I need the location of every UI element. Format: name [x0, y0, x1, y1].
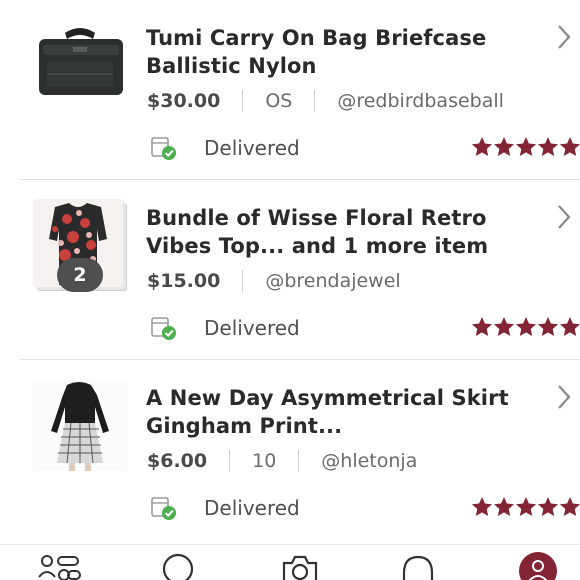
order-meta: $30.00 OS @redbirdbaseball: [147, 88, 504, 114]
rating-stars: [472, 497, 580, 517]
feed-icon[interactable]: [38, 553, 82, 580]
order-price: $15.00: [147, 270, 221, 292]
rating-stars: [472, 317, 580, 337]
bundle-count-badge: 2: [57, 258, 103, 292]
meta-divider: [229, 450, 231, 472]
order-title[interactable]: Bundle of Wisse Floral Retro Vibes Top..…: [146, 204, 536, 260]
order-meta: $15.00 @brendajewel: [147, 268, 401, 294]
camera-icon[interactable]: [280, 553, 320, 580]
bottom-tab-bar: [0, 544, 580, 580]
product-thumbnail[interactable]: [33, 379, 127, 471]
order-size: 10: [252, 450, 277, 472]
seller-username[interactable]: @brendajewel: [265, 270, 400, 292]
meta-divider: [314, 90, 316, 112]
status-label: Delivered: [204, 316, 300, 340]
status-label: Delivered: [204, 136, 300, 160]
meta-divider: [242, 270, 244, 292]
meta-divider: [242, 90, 244, 112]
delivered-box-icon: [151, 137, 176, 160]
order-price: $6.00: [147, 450, 208, 472]
star-icon: [472, 317, 580, 336]
order-row[interactable]: A New Day Asymmetrical Skirt Gingham Pri…: [0, 360, 580, 540]
star-icon: [472, 137, 580, 156]
chevron-right-icon[interactable]: [556, 384, 572, 414]
order-status: Delivered: [150, 493, 300, 523]
star-icon: [472, 497, 580, 516]
order-status: Delivered: [150, 313, 300, 343]
order-title[interactable]: Tumi Carry On Bag Briefcase Ballistic Ny…: [146, 24, 536, 80]
order-status: Delivered: [150, 133, 300, 163]
order-size: OS: [265, 90, 293, 112]
chevron-right-icon[interactable]: [556, 204, 572, 234]
order-meta: $6.00 10 @hletonja: [147, 448, 417, 474]
delivered-box-icon: [151, 317, 176, 340]
search-icon[interactable]: [160, 553, 196, 580]
chevron-right-icon[interactable]: [556, 24, 572, 54]
rating-stars: [472, 137, 580, 157]
skirt-photo-icon: [33, 379, 127, 471]
delivered-box-icon: [151, 497, 176, 520]
order-row[interactable]: Tumi Carry On Bag Briefcase Ballistic Ny…: [0, 0, 580, 180]
profile-icon[interactable]: [518, 551, 558, 580]
product-thumbnail[interactable]: [33, 19, 127, 111]
order-price: $30.00: [147, 90, 221, 112]
seller-username[interactable]: @hletonja: [321, 450, 417, 472]
seller-username[interactable]: @redbirdbaseball: [337, 90, 504, 112]
notifications-icon[interactable]: [400, 553, 436, 580]
briefcase-photo-icon: [33, 19, 127, 111]
order-title[interactable]: A New Day Asymmetrical Skirt Gingham Pri…: [146, 384, 536, 440]
meta-divider: [298, 450, 300, 472]
status-label: Delivered: [204, 496, 300, 520]
